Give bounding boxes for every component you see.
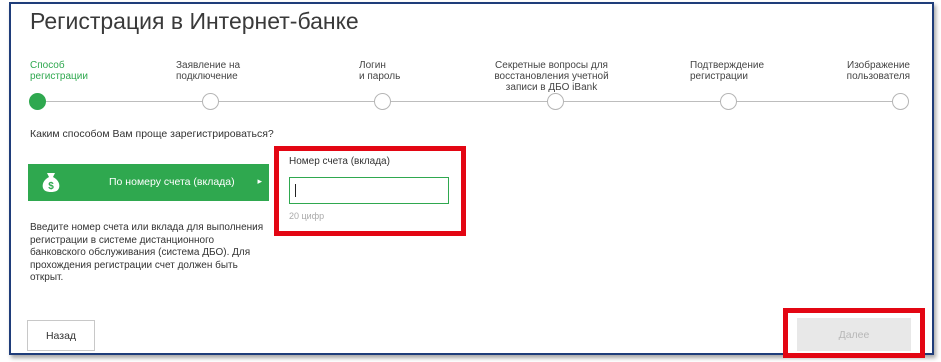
account-number-input[interactable] <box>289 177 449 204</box>
account-number-hint: 20 цифр <box>289 211 325 221</box>
step-dot-5 <box>720 93 737 110</box>
next-button[interactable]: Далее <box>797 318 911 351</box>
money-bag-icon: $ <box>42 173 60 192</box>
step-label-application: Заявление на подключение <box>176 60 241 82</box>
step-label-login: Логин и пароль <box>359 60 401 82</box>
step-dot-3 <box>374 93 391 110</box>
text-caret <box>295 184 296 197</box>
stepper-track <box>38 101 900 102</box>
step-dot-6 <box>892 93 909 110</box>
back-button[interactable]: Назад <box>27 320 95 351</box>
step-dot-4 <box>547 93 564 110</box>
account-number-label: Номер счета (вклада) <box>289 156 390 167</box>
method-by-account-button[interactable]: $ По номеру счета (вклада) ▸ <box>28 164 269 201</box>
step-label-secret-questions: Секретные вопросы для восстановления учет… <box>494 60 609 93</box>
step-label-confirmation: Подтверждение регистрации <box>690 60 765 82</box>
svg-text:$: $ <box>48 181 54 192</box>
chevron-right-icon: ▸ <box>257 176 262 186</box>
step-dot-1 <box>29 93 46 110</box>
step-label-user-image: Изображение пользователя <box>846 60 910 82</box>
step-dot-2 <box>202 93 219 110</box>
method-question: Каким способом Вам проще зарегистрироват… <box>30 128 274 140</box>
page-title: Регистрация в Интернет-банке <box>30 8 359 34</box>
method-description: Введите номер счета или вклада для выпол… <box>30 222 264 283</box>
method-label: По номеру счета (вклада) <box>109 176 235 188</box>
step-label-method: Способ регистрации <box>30 60 88 82</box>
